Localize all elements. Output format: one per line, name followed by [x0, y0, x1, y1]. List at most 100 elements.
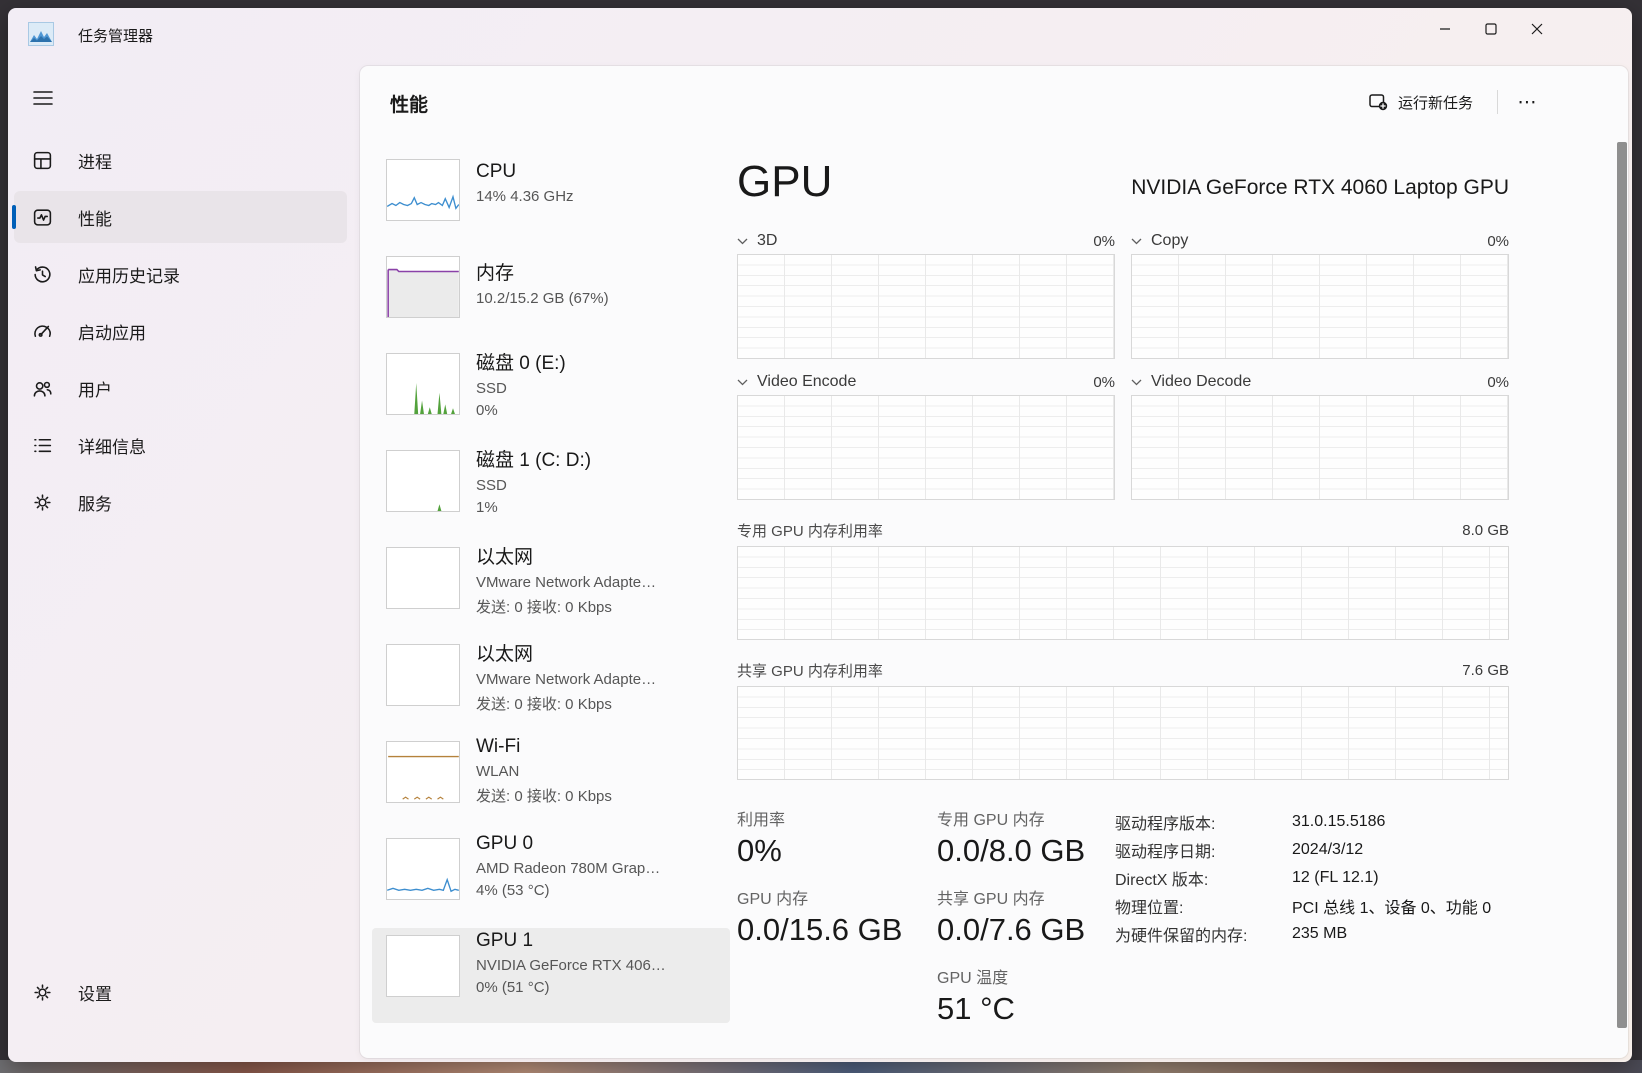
engine-value-video-decode: 0% — [1487, 374, 1509, 391]
vertical-scrollbar[interactable] — [1617, 142, 1627, 1028]
shared-memory-chart-max: 7.6 GB — [1462, 662, 1509, 679]
sidebar-item-performance[interactable]: 性能 — [14, 191, 347, 243]
services-icon — [32, 492, 53, 513]
sidebar-item-app-history[interactable]: 应用历史记录 — [14, 248, 347, 300]
perf-item-cpu[interactable]: CPU 14% 4.36 GHz — [372, 152, 730, 247]
perf-item-disk0[interactable]: 磁盘 0 (E:) SSD 0% — [372, 346, 730, 441]
task-manager-app-icon — [28, 22, 54, 46]
performance-list: CPU 14% 4.36 GHz 内存 10.2/15.2 GB (67%) — [368, 142, 734, 1050]
sidebar-item-label: 性能 — [78, 205, 112, 230]
scrollbar-thumb[interactable] — [1617, 142, 1627, 1028]
detail-row: 驱动程序版本: 31.0.15.5186 — [1115, 808, 1509, 836]
maximize-button[interactable] — [1468, 10, 1514, 48]
stat-label: 共享 GPU 内存 — [937, 885, 1115, 909]
perf-item-sub2: 0% (51 °C) — [476, 979, 726, 996]
stat-gpu-memory: GPU 内存 0.0/15.6 GB — [737, 885, 937, 948]
engine-chart-copy — [1131, 254, 1509, 359]
perf-item-sub2: 发送: 0 接收: 0 Kbps — [476, 785, 726, 806]
sidebar-item-users[interactable]: 用户 — [14, 362, 347, 414]
gpu1-sparkline — [386, 935, 460, 997]
details-icon — [32, 435, 53, 456]
sidebar-item-label: 设置 — [78, 980, 112, 1005]
gear-icon — [32, 982, 53, 1003]
sidebar-item-label: 服务 — [78, 490, 112, 515]
detail-value: PCI 总线 1、设备 0、功能 0 — [1292, 894, 1509, 918]
sidebar-item-label: 进程 — [78, 148, 112, 173]
gpu-title: GPU — [737, 160, 832, 204]
perf-item-wifi[interactable]: Wi-Fi WLAN 发送: 0 接收: 0 Kbps — [372, 734, 730, 829]
sidebar-item-details[interactable]: 详细信息 — [14, 419, 347, 471]
perf-item-title: 以太网 — [476, 540, 726, 569]
stat-shared-memory: 共享 GPU 内存 0.0/7.6 GB — [937, 885, 1115, 948]
stat-value: 51 °C — [937, 991, 1115, 1027]
close-button[interactable] — [1514, 10, 1560, 48]
performance-icon — [32, 207, 53, 228]
sidebar-item-label: 应用历史记录 — [78, 262, 180, 287]
engine-label-video-encode: Video Encode — [757, 373, 856, 391]
cpu-sparkline — [386, 159, 460, 221]
sidebar-item-processes[interactable]: 进程 — [14, 134, 347, 186]
perf-item-disk1[interactable]: 磁盘 1 (C: D:) SSD 1% — [372, 443, 730, 538]
perf-item-gpu1[interactable]: GPU 1 NVIDIA GeForce RTX 406… 0% (51 °C) — [372, 928, 730, 1023]
detail-label: 驱动程序版本: — [1115, 810, 1292, 834]
wifi-sparkline — [386, 741, 460, 803]
ethernet2-sparkline — [386, 644, 460, 706]
page-title: 性能 — [390, 90, 428, 117]
stat-dedicated-memory: 专用 GPU 内存 0.0/8.0 GB — [937, 806, 1115, 869]
sidebar-item-label: 详细信息 — [78, 433, 146, 458]
stat-value: 0.0/15.6 GB — [737, 912, 937, 948]
perf-item-sub: WLAN — [476, 763, 726, 780]
task-manager-window: 任务管理器 进程 性能 — [8, 8, 1632, 1062]
chevron-down-icon[interactable] — [737, 234, 751, 248]
disk1-sparkline — [386, 450, 460, 512]
chevron-down-icon[interactable] — [1131, 234, 1145, 248]
chevron-down-icon[interactable] — [1131, 375, 1145, 389]
perf-item-memory[interactable]: 内存 10.2/15.2 GB (67%) — [372, 249, 730, 344]
perf-item-gpu0[interactable]: GPU 0 AMD Radeon 780M Grap… 4% (53 °C) — [372, 831, 730, 926]
navigation-menu-button[interactable] — [24, 80, 62, 116]
stat-label: 专用 GPU 内存 — [937, 806, 1115, 830]
gpu-detail-panel: GPU NVIDIA GeForce RTX 4060 Laptop GPU 3… — [737, 144, 1509, 1043]
sidebar-item-services[interactable]: 服务 — [14, 476, 347, 528]
minimize-button[interactable] — [1422, 10, 1468, 48]
detail-row: 物理位置: PCI 总线 1、设备 0、功能 0 — [1115, 892, 1509, 920]
gpu0-sparkline — [386, 838, 460, 900]
detail-value: 235 MB — [1292, 925, 1509, 943]
perf-item-title: 内存 — [476, 249, 726, 285]
sidebar-item-startup-apps[interactable]: 启动应用 — [14, 305, 347, 357]
perf-item-sub: 14% 4.36 GHz — [476, 188, 726, 205]
sidebar-item-settings[interactable]: 设置 — [14, 966, 347, 1018]
engine-chart-3d — [737, 254, 1115, 359]
detail-row: DirectX 版本: 12 (FL 12.1) — [1115, 864, 1509, 892]
perf-item-title: GPU 1 — [476, 928, 726, 952]
chevron-down-icon[interactable] — [737, 375, 751, 389]
window-title: 任务管理器 — [78, 25, 153, 46]
detail-row: 驱动程序日期: 2024/3/12 — [1115, 836, 1509, 864]
engine-label-video-decode: Video Decode — [1151, 373, 1251, 391]
perf-item-title: 磁盘 0 (E:) — [476, 346, 726, 375]
panel-header: 性能 运行新任务 ⋯ — [360, 66, 1628, 136]
perf-item-ethernet2[interactable]: 以太网 VMware Network Adapte… 发送: 0 接收: 0 K… — [372, 637, 730, 732]
more-options-button[interactable]: ⋯ — [1508, 84, 1548, 120]
stat-value: 0.0/7.6 GB — [937, 912, 1115, 948]
perf-item-sub: VMware Network Adapte… — [476, 574, 726, 591]
perf-item-title: CPU — [476, 152, 726, 183]
detail-label: 物理位置: — [1115, 894, 1292, 918]
engine-value-video-encode: 0% — [1093, 374, 1115, 391]
dedicated-memory-chart-max: 8.0 GB — [1462, 522, 1509, 539]
shared-memory-chart-label: 共享 GPU 内存利用率 — [737, 660, 883, 681]
perf-item-ethernet1[interactable]: 以太网 VMware Network Adapte… 发送: 0 接收: 0 K… — [372, 540, 730, 635]
perf-item-sub2: 发送: 0 接收: 0 Kbps — [476, 693, 726, 714]
gpu-driver-details: 驱动程序版本: 31.0.15.5186 驱动程序日期: 2024/3/12 D… — [1115, 806, 1509, 1043]
engine-chart-video-encode — [737, 395, 1115, 500]
perf-item-sub: SSD — [476, 477, 726, 494]
stat-gpu-temperature: GPU 温度 51 °C — [937, 964, 1115, 1027]
memory-sparkline — [386, 256, 460, 318]
stat-label: 利用率 — [737, 806, 937, 830]
stat-value: 0.0/8.0 GB — [937, 833, 1115, 869]
perf-item-sub: VMware Network Adapte… — [476, 671, 726, 688]
perf-item-sub2: 4% (53 °C) — [476, 882, 726, 899]
dedicated-memory-chart-label: 专用 GPU 内存利用率 — [737, 520, 883, 541]
titlebar: 任务管理器 — [8, 8, 1632, 60]
run-new-task-button[interactable]: 运行新任务 — [1355, 84, 1487, 120]
